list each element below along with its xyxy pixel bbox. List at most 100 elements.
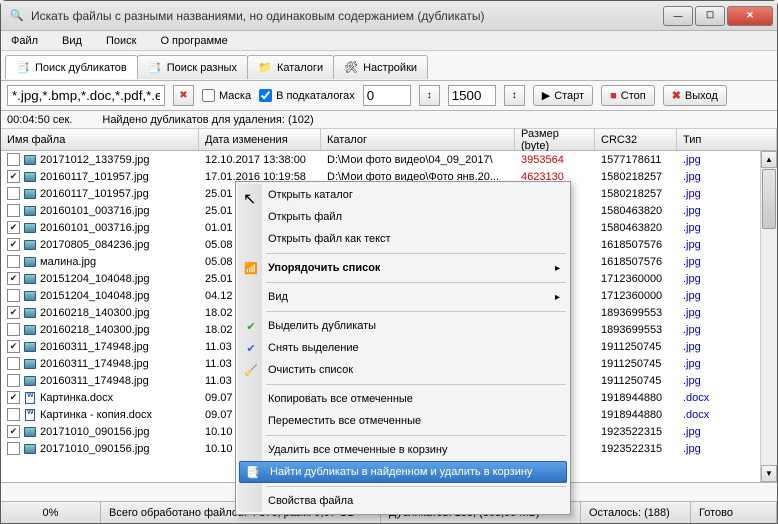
ctx-select-duplicates[interactable]: ✔ Выделить дубликаты [238, 315, 568, 337]
ctx-open-catalog[interactable]: Открыть каталог [238, 184, 568, 206]
col-header-type[interactable]: Тип [677, 129, 777, 150]
menu-file[interactable]: Файл [5, 33, 44, 49]
file-icon [23, 221, 37, 235]
min-size-spin[interactable]: ↕ [419, 85, 440, 106]
mask-checkbox-input[interactable] [202, 89, 215, 102]
ctx-copy-marked[interactable]: Копировать все отмеченные [238, 388, 568, 410]
file-icon [23, 340, 37, 354]
menu-about[interactable]: О программе [154, 33, 233, 49]
scroll-thumb[interactable] [762, 169, 776, 229]
ctx-move-marked[interactable]: Переместить все отмеченные [238, 410, 568, 432]
row-checkbox[interactable] [7, 204, 20, 217]
subfolders-checkbox[interactable]: В подкаталогах [259, 89, 355, 102]
min-size-input[interactable] [363, 85, 411, 106]
exit-button[interactable]: ✖ Выход [663, 85, 727, 106]
titlebar: 🔍 Искать файлы с разными названиями, но … [1, 1, 777, 31]
maximize-button[interactable]: ☐ [695, 6, 725, 26]
status-ready: Готово [691, 502, 777, 523]
ctx-find-delete-label: Найти дубликаты в найденном и удалить в … [270, 466, 532, 478]
context-menu: Открыть каталог Открыть файл Открыть фай… [235, 181, 571, 515]
tab-duplicates[interactable]: 📑 Поиск дубликатов [5, 55, 138, 79]
file-name: 20160311_174948.jpg [40, 358, 149, 370]
max-size-spin[interactable]: ↕ [504, 85, 525, 106]
row-checkbox[interactable] [7, 374, 20, 387]
col-header-name[interactable]: Имя файла [1, 129, 199, 150]
ctx-deselect[interactable]: ✔ Снять выделение [238, 337, 568, 359]
row-checkbox[interactable] [7, 442, 20, 455]
row-checkbox[interactable] [7, 238, 20, 251]
clear-icon: 🧹 [243, 362, 259, 378]
tab-different[interactable]: 📑 Поиск разных [137, 55, 248, 79]
file-icon [23, 272, 37, 286]
subfolders-checkbox-input[interactable] [259, 89, 272, 102]
table-row[interactable]: 20171012_133759.jpg12.10.2017 13:38:00D:… [1, 151, 777, 168]
row-checkbox[interactable] [7, 408, 20, 421]
exit-label: Выход [685, 90, 718, 102]
row-checkbox[interactable] [7, 255, 20, 268]
file-name: Картинка - копия.docx [40, 409, 152, 421]
ctx-select-dup-label: Выделить дубликаты [268, 320, 376, 332]
ctx-file-properties[interactable]: Свойства файла [238, 490, 568, 512]
col-header-crc[interactable]: CRC32 [595, 129, 677, 150]
scroll-up-button[interactable]: ▲ [761, 151, 777, 168]
col-header-size[interactable]: Размер (byte) [515, 129, 595, 150]
ctx-separator [266, 282, 566, 283]
minimize-button[interactable]: — [663, 6, 693, 26]
row-checkbox[interactable] [7, 425, 20, 438]
ctx-order-list[interactable]: 📶 Упорядочить список [238, 257, 568, 279]
stop-button[interactable]: ■ Стоп [601, 85, 655, 106]
menu-search[interactable]: Поиск [100, 33, 142, 49]
row-checkbox[interactable] [7, 391, 20, 404]
row-checkbox[interactable] [7, 153, 20, 166]
ctx-deselect-label: Снять выделение [268, 342, 359, 354]
check-green-icon: ✔ [243, 318, 259, 334]
ctx-open-file[interactable]: Открыть файл [238, 206, 568, 228]
row-checkbox[interactable] [7, 170, 20, 183]
tab-settings[interactable]: 🛠 Настройки [333, 55, 428, 79]
row-checkbox[interactable] [7, 357, 20, 370]
file-date: 12.10.2017 13:38:00 [199, 154, 321, 166]
ctx-find-and-delete[interactable]: 📑 Найти дубликаты в найденном и удалить … [239, 461, 567, 483]
file-crc: 1893699553 [595, 324, 677, 336]
start-label: Старт [554, 90, 584, 102]
ctx-open-as-text[interactable]: Открыть файл как текст [238, 228, 568, 250]
menu-view[interactable]: Вид [56, 33, 88, 49]
row-checkbox[interactable] [7, 340, 20, 353]
file-name: 20171010_090156.jpg [40, 443, 150, 455]
scroll-down-button[interactable]: ▼ [761, 465, 777, 482]
max-size-input[interactable] [448, 85, 496, 106]
close-button[interactable]: ✕ [727, 6, 773, 26]
stop-label: Стоп [621, 90, 646, 102]
file-icon [23, 408, 37, 422]
check-blue-icon: ✔ [243, 340, 259, 356]
file-crc: 1580218257 [595, 188, 677, 200]
row-checkbox[interactable] [7, 323, 20, 336]
mask-checkbox[interactable]: Маска [202, 89, 251, 102]
info-row: 00:04:50 сек. Найдено дубликатов для уда… [1, 111, 777, 129]
clear-pattern-button[interactable]: ✖ [173, 85, 194, 106]
row-checkbox[interactable] [7, 306, 20, 319]
found-label: Найдено дубликатов для удаления: (102) [102, 114, 313, 126]
file-crc: 1580463820 [595, 222, 677, 234]
ctx-separator [266, 384, 566, 385]
ctx-separator [266, 253, 566, 254]
row-checkbox[interactable] [7, 272, 20, 285]
row-checkbox[interactable] [7, 187, 20, 200]
file-name: 20160101_003716.jpg [40, 205, 150, 217]
ctx-delete-marked[interactable]: Удалить все отмеченные в корзину [238, 439, 568, 461]
file-crc: 1923522315 [595, 443, 677, 455]
subfolders-label: В подкаталогах [276, 90, 355, 102]
ctx-order-label: Упорядочить список [268, 262, 380, 274]
col-header-catalog[interactable]: Каталог [321, 129, 515, 150]
file-icon [23, 374, 37, 388]
ctx-view[interactable]: Вид [238, 286, 568, 308]
file-catalog: D:\Мои фото видео\04_09_2017\ [321, 154, 515, 166]
tab-catalogs[interactable]: 📁 Каталоги [247, 55, 334, 79]
vertical-scrollbar[interactable]: ▲ ▼ [760, 151, 777, 482]
ctx-clear-list[interactable]: 🧹 Очистить список [238, 359, 568, 381]
row-checkbox[interactable] [7, 221, 20, 234]
row-checkbox[interactable] [7, 289, 20, 302]
pattern-input[interactable] [7, 85, 165, 106]
start-button[interactable]: ▶ Старт [533, 85, 593, 106]
col-header-date[interactable]: Дата изменения [199, 129, 321, 150]
